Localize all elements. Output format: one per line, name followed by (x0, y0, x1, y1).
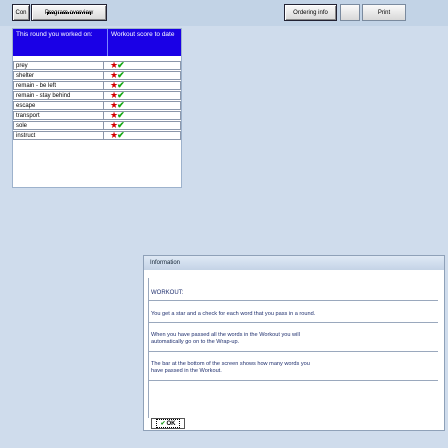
row-score: ★ ✔ (103, 101, 181, 110)
row-word: remain - stay behind (13, 91, 103, 100)
row-word: sole (13, 121, 103, 130)
row-score: ★ ✔ (103, 131, 181, 140)
row-word: shelter (13, 71, 103, 80)
table-row: sole ★ ✔ (13, 121, 181, 131)
dialog-paragraph-1: You get a star and a check for each word… (151, 311, 316, 317)
rounds-table-body: prey ★ ✔ shelter ★ ✔ remain - be left ★ ✔ remain … (13, 61, 181, 141)
dialog-paragraph-3-line-1: The bar at the bottom of the screen show… (151, 361, 310, 367)
dialog-paragraph-3-line-2: have passed in the Workout. (151, 368, 222, 374)
table-row: instruct ★ ✔ (13, 131, 181, 141)
row-score: ★ ✔ (103, 121, 181, 130)
table-row: prey ★ ✔ (13, 61, 181, 71)
divider (148, 300, 438, 301)
information-dialog: Information WORKOUT: You get a star and … (143, 255, 445, 431)
dialog-heading: WORKOUT: (151, 290, 184, 296)
row-word: instruct (13, 131, 103, 140)
check-icon: ✔ (117, 130, 125, 140)
program-overview-button[interactable]: Program overview (31, 4, 107, 21)
divider (148, 351, 438, 352)
print-button[interactable]: Print (362, 4, 406, 21)
divider (148, 380, 438, 381)
row-score: ★ ✔ (103, 71, 181, 80)
check-icon: ✔ (117, 100, 125, 110)
table-row: remain - stay behind ★ ✔ (13, 91, 181, 101)
con-button[interactable]: Con (12, 4, 30, 21)
ordering-info-button[interactable]: Ordering info (284, 4, 337, 21)
check-icon: ✔ (117, 60, 125, 70)
table-row: remain - be left ★ ✔ (13, 81, 181, 91)
row-score: ★ ✔ (103, 61, 181, 70)
check-icon: ✔ (117, 110, 125, 120)
table-row: transport ★ ✔ (13, 111, 181, 121)
rounds-table: This round you worked on: Workout score … (12, 28, 182, 188)
row-word: transport (13, 111, 103, 120)
dialog-title: Information (144, 256, 444, 270)
vertical-divider (148, 278, 149, 418)
row-word: remain - be left (13, 81, 103, 90)
ok-label: OK (166, 421, 176, 427)
ok-button-inner: ✔OK (156, 419, 180, 428)
check-icon: ✔ (117, 70, 125, 80)
table-row: escape ★ ✔ (13, 101, 181, 111)
check-icon: ✔ (117, 120, 125, 130)
row-word: prey (13, 61, 103, 70)
divider (148, 322, 438, 323)
ok-button[interactable]: ✔OK (151, 418, 185, 429)
rounds-table-header: This round you worked on: Workout score … (13, 29, 181, 56)
check-icon: ✔ (160, 421, 166, 427)
program-overview-label: Program overview (44, 9, 94, 16)
blank-button[interactable] (340, 4, 360, 21)
row-word: escape (13, 101, 103, 110)
row-score: ★ ✔ (103, 111, 181, 120)
header-workout-score: Workout score to date (108, 29, 181, 56)
header-this-round: This round you worked on: (13, 29, 108, 56)
dialog-paragraph-2-line-2: automatically go on to the Wrap-up. (151, 339, 240, 345)
row-score: ★ ✔ (103, 81, 181, 90)
dialog-paragraph-2-line-1: When you have passed all the words in th… (151, 332, 300, 338)
row-score: ★ ✔ (103, 91, 181, 100)
table-row: shelter ★ ✔ (13, 71, 181, 81)
check-icon: ✔ (117, 90, 125, 100)
check-icon: ✔ (117, 80, 125, 90)
